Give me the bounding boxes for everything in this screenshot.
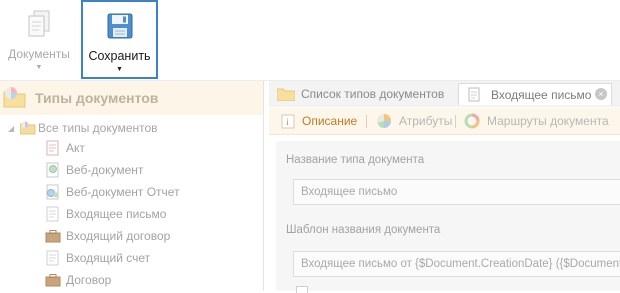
tab-bar: Список типов документов Входящее письмо … (269, 81, 620, 107)
tree-item-label: Входящее письмо (66, 207, 167, 221)
briefcase-icon (45, 272, 61, 288)
tree-item-incoming-invoice[interactable]: Входящий счет (45, 248, 150, 268)
pie-chart-icon (376, 113, 392, 129)
document-type-name-input[interactable]: Входящее письмо (293, 179, 620, 205)
document-icon (45, 206, 61, 222)
tab-label: Список типов документов (301, 87, 445, 101)
tree-item-label: Акт (66, 141, 85, 155)
ring-chart-icon (464, 113, 480, 129)
tree-root-all-types[interactable]: ◢ Все типы документов (8, 119, 158, 137)
tree-item-label: Договор (66, 273, 112, 287)
tree-item-act[interactable]: Акт (45, 138, 85, 158)
tree-item-label: Веб-документ (66, 163, 144, 177)
tab-incoming-letter[interactable]: Входящее письмо × (458, 83, 612, 105)
web-document-icon (45, 162, 61, 178)
subtab-label: Атрибуты (399, 114, 453, 128)
tree-item-incoming-letter[interactable]: Входящее письмо (45, 204, 166, 224)
document-icon (465, 87, 483, 102)
documents-label: Документы (8, 47, 70, 61)
subtab-label: Маршруты документа (487, 114, 609, 128)
tree-item-label: Входящий договор (66, 229, 171, 243)
document-icon (45, 250, 61, 266)
tree-root-label: Все типы документов (38, 121, 158, 135)
act-document-icon (45, 140, 61, 156)
tree-item-label: Входящий счет (66, 251, 151, 265)
chevron-down-icon: ▼ (35, 64, 43, 71)
documents-icon (27, 10, 51, 38)
subtab-description[interactable]: i Описание (281, 108, 357, 134)
divider (455, 115, 456, 128)
name-field-label: Название типа документа (286, 154, 425, 166)
name-template-input[interactable]: Входящее письмо от {$Document.CreationDa… (293, 251, 620, 277)
divider (366, 115, 367, 128)
tree-item-label: Веб-документ Отчет (66, 185, 180, 199)
chevron-down-icon: ▼ (116, 66, 123, 73)
folder-pie-icon (20, 121, 38, 135)
tree-item-web-report[interactable]: Веб-документ Отчет (45, 182, 180, 202)
checkbox[interactable] (296, 286, 308, 293)
tree-item-incoming-contract[interactable]: Входящий договор (45, 226, 170, 246)
tree-header-title: Типы документов (35, 90, 159, 106)
documents-button[interactable]: Документы ▼ (0, 0, 78, 78)
document-types-tree-panel: Типы документов ◢ Все типы документов Ак… (0, 81, 264, 291)
web-report-icon (45, 184, 61, 200)
document-type-editor: Список типов документов Входящее письмо … (269, 81, 620, 293)
ribbon-toolbar: Документы ▼ Сохранить ▼ (0, 0, 620, 81)
tab-document-types-list[interactable]: Список типов документов (277, 83, 444, 105)
expand-triangle-icon[interactable]: ◢ (8, 124, 20, 133)
close-icon[interactable]: × (595, 88, 607, 100)
section-tabs: i Описание Атрибуты Маршруты документа (269, 108, 620, 135)
tree-item-contract[interactable]: Договор (45, 270, 111, 290)
description-form: Название типа документа Входящее письмо … (276, 141, 620, 293)
subtab-routes[interactable]: Маршруты документа (464, 108, 609, 134)
folder-icon (277, 87, 295, 101)
tree-item-web-document[interactable]: Веб-документ (45, 160, 143, 180)
save-button[interactable]: Сохранить ▼ (81, 0, 158, 79)
tab-label: Входящее письмо (491, 87, 592, 102)
subtab-attributes[interactable]: Атрибуты (376, 108, 452, 134)
briefcase-icon (45, 228, 61, 244)
tree-header: Типы документов (0, 81, 263, 115)
info-icon: i (281, 114, 295, 129)
folder-pie-icon (3, 86, 31, 110)
template-field-label: Шаблон названия документа (286, 224, 441, 236)
subtab-label: Описание (302, 114, 358, 128)
floppy-disk-icon (107, 12, 133, 40)
save-label: Сохранить (88, 49, 151, 63)
